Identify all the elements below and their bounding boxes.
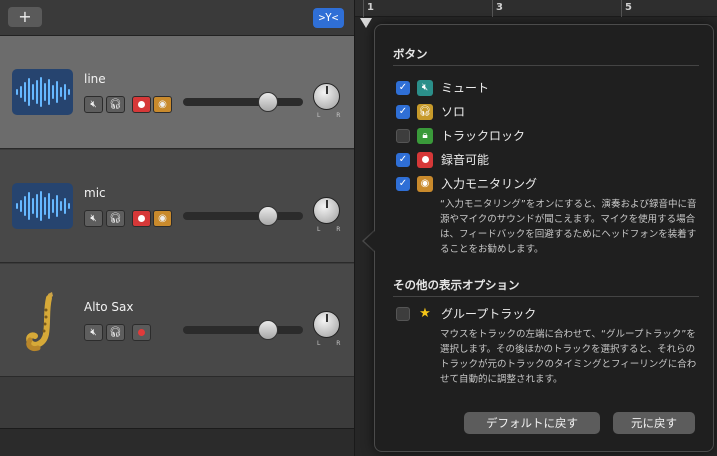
mute-button[interactable]: 🔇︎	[84, 210, 103, 227]
ruler-tick: 3	[496, 2, 503, 13]
headphones-icon: 🎧︎	[109, 213, 122, 224]
headphones-icon: 🎧︎	[109, 327, 122, 338]
playhead-icon[interactable]	[360, 18, 372, 28]
speaker-mute-icon: 🔇︎	[90, 327, 97, 338]
track-name[interactable]: Alto Sax	[84, 300, 133, 314]
option-label: ソロ	[441, 105, 466, 119]
pan-knob[interactable]	[313, 197, 340, 224]
option-solo[interactable]: ✓ 🎧︎ ソロ	[396, 103, 465, 120]
star-icon: ★	[419, 306, 431, 321]
option-label: 入力モニタリング	[441, 177, 538, 191]
track-header-options-button[interactable]: >Y<	[313, 8, 344, 28]
record-enable-button[interactable]	[132, 96, 151, 113]
speaker-mute-icon: 🔇︎	[90, 99, 97, 110]
option-label: トラックロック	[441, 129, 526, 143]
monitor-icon: ◉	[417, 175, 433, 192]
ruler-tick-line	[363, 0, 364, 17]
record-icon	[417, 151, 433, 168]
ruler-tick-line	[621, 0, 622, 17]
pan-knob[interactable]	[313, 311, 340, 338]
lock-icon: 🔒︎	[417, 127, 433, 144]
volume-slider-knob[interactable]	[258, 206, 278, 226]
section-divider	[393, 65, 699, 66]
record-enable-button[interactable]	[132, 210, 151, 227]
track-row-line[interactable]: line 🔇︎ 🎧︎ ◉ L R	[0, 36, 354, 149]
audio-waveform-icon	[12, 183, 73, 229]
monitor-icon: ◉	[158, 99, 167, 110]
track-name[interactable]: line	[84, 72, 106, 86]
headphones-icon: 🎧︎	[109, 99, 122, 110]
option-group-track[interactable]: ★ グループトラック	[396, 305, 536, 322]
restore-defaults-button[interactable]: デフォルトに戻す	[464, 412, 600, 434]
volume-slider-knob[interactable]	[258, 92, 278, 112]
option-record-enable[interactable]: ✓ 録音可能	[396, 151, 489, 168]
pan-knob[interactable]	[313, 83, 340, 110]
pan-lr-label: L R	[317, 112, 348, 119]
input-monitor-button[interactable]: ◉	[153, 96, 172, 113]
ruler-tick-line	[492, 0, 493, 17]
input-monitoring-description: “入力モニタリング”をオンにすると、演奏および録音中に音源やマイクのサウンドが聞…	[440, 199, 697, 255]
group-track-description: マウスをトラックの左端に合わせて、“グループトラック”を選択します。その後ほかの…	[440, 329, 697, 385]
monitor-icon: ◉	[158, 213, 167, 224]
mute-button[interactable]: 🔇︎	[84, 324, 103, 341]
mute-checkbox[interactable]: ✓	[396, 80, 410, 95]
other-options-section-title: その他の表示オプション	[393, 278, 520, 292]
popover-arrow-inner	[364, 230, 376, 252]
saxophone-icon	[26, 292, 53, 351]
record-icon	[138, 329, 145, 336]
headphones-icon: 🎧︎	[417, 103, 433, 120]
solo-button[interactable]: 🎧︎	[106, 324, 125, 341]
record-icon	[138, 215, 145, 222]
ruler-tick: 1	[367, 2, 374, 13]
volume-slider[interactable]	[183, 212, 303, 220]
volume-slider[interactable]	[183, 98, 303, 106]
track-row-alto-sax[interactable]: Alto Sax 🔇︎ 🎧︎ L R	[0, 264, 354, 377]
ruler[interactable]: 1 3 5	[355, 0, 717, 17]
input-monitoring-checkbox[interactable]: ✓	[396, 176, 410, 191]
section-divider	[393, 296, 699, 297]
track-name[interactable]: mic	[84, 186, 106, 200]
ruler-tick: 5	[625, 2, 632, 13]
group-track-checkbox[interactable]	[396, 306, 410, 321]
tracks-footer	[0, 428, 354, 456]
solo-button[interactable]: 🎧︎	[106, 210, 125, 227]
option-track-lock[interactable]: 🔒︎ トラックロック	[396, 127, 525, 144]
tracks-header: + >Y<	[0, 0, 354, 36]
mute-button[interactable]: 🔇︎	[84, 96, 103, 113]
speaker-mute-icon: 🔇︎	[417, 79, 433, 96]
volume-slider[interactable]	[183, 326, 303, 334]
option-label: グループトラック	[441, 307, 537, 321]
option-input-monitoring[interactable]: ✓ ◉ 入力モニタリング	[396, 175, 537, 192]
audio-waveform-icon	[12, 69, 73, 115]
track-lock-checkbox[interactable]	[396, 128, 410, 143]
option-label: 録音可能	[441, 153, 490, 167]
solo-checkbox[interactable]: ✓	[396, 104, 410, 119]
pan-lr-label: L R	[317, 340, 348, 347]
speaker-mute-icon: 🔇︎	[90, 213, 97, 224]
record-icon	[138, 101, 145, 108]
record-enable-checkbox[interactable]: ✓	[396, 152, 410, 167]
buttons-section-title: ボタン	[393, 47, 428, 61]
record-enable-button[interactable]	[132, 324, 151, 341]
track-list: line 🔇︎ 🎧︎ ◉ L R mic 🔇︎ 🎧︎ ◉ L R Alto Sa…	[0, 36, 354, 428]
option-mute[interactable]: ✓ 🔇︎ ミュート	[396, 79, 489, 96]
solo-button[interactable]: 🎧︎	[106, 96, 125, 113]
add-track-button[interactable]: +	[8, 7, 42, 27]
track-row-mic[interactable]: mic 🔇︎ 🎧︎ ◉ L R	[0, 150, 354, 263]
input-monitor-button[interactable]: ◉	[153, 210, 172, 227]
volume-slider-knob[interactable]	[258, 320, 278, 340]
pan-lr-label: L R	[317, 226, 348, 233]
option-label: ミュート	[441, 81, 490, 95]
revert-button[interactable]: 元に戻す	[613, 412, 695, 434]
